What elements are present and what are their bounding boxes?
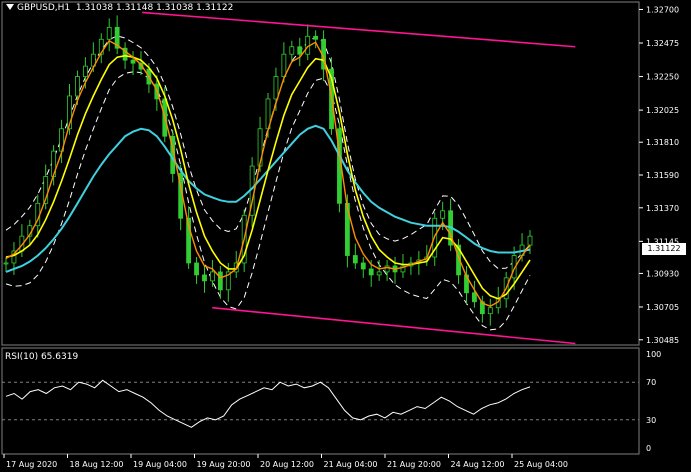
symbol-label: GBPUSD,H1 — [17, 3, 71, 13]
time-tick-label: 21 Aug 04:00 — [324, 460, 378, 469]
candle-body — [210, 271, 215, 282]
time-tick-label: 18 Aug 12:00 — [70, 460, 124, 469]
price-tick-label: 1.30930 — [646, 269, 679, 278]
price-axis: 1.32700 1.32475 1.32250 1.32025 1.31810 1.315… — [639, 5, 679, 345]
time-tick-label: 24 Aug 12:00 — [451, 460, 505, 469]
candle-body — [368, 268, 374, 276]
candle-body — [289, 46, 295, 55]
price-tick-label: 1.32475 — [646, 39, 679, 48]
candle-body — [472, 292, 477, 303]
chart-header: GBPUSD,H1 1.31038 1.31148 1.31038 1.3112… — [6, 3, 233, 13]
candle-body — [487, 307, 493, 315]
candle-body — [440, 210, 446, 219]
rsi-plot-area — [1, 347, 640, 455]
candle-body — [352, 255, 358, 264]
price-tick-label: 1.30485 — [646, 336, 679, 345]
price-tick-label: 1.31810 — [646, 138, 679, 147]
price-chart[interactable]: 1.32700 1.32475 1.32250 1.32025 1.31810 1.315… — [0, 0, 691, 472]
price-tick-label: 1.32700 — [646, 5, 679, 14]
candle-body — [202, 274, 207, 282]
time-tick-label: 20 Aug 12:00 — [260, 460, 314, 469]
candle-body — [130, 59, 136, 64]
time-tick-label: 25 Aug 04:00 — [514, 460, 568, 469]
main-plot-area — [1, 1, 640, 346]
time-tick-label: 21 Aug 20:00 — [387, 460, 441, 469]
candle-body — [106, 26, 112, 40]
current-price-badge: 1.31122 — [642, 243, 686, 255]
candle-body — [376, 271, 382, 276]
rsi-tick-label: 70 — [646, 378, 656, 387]
candle-body — [273, 76, 279, 100]
time-tick-label: 19 Aug 20:00 — [197, 460, 251, 469]
candle-body — [3, 262, 9, 265]
rsi-tick-label: 100 — [646, 350, 661, 359]
candle-body — [217, 271, 223, 291]
candle-body — [360, 262, 366, 270]
dropdown-triangle-icon[interactable] — [6, 3, 14, 10]
price-tick-label: 1.32250 — [646, 73, 679, 82]
candle-body — [194, 262, 199, 276]
price-tick-label: 1.32025 — [646, 106, 679, 115]
time-tick-label: 17 Aug 2020 — [6, 460, 57, 469]
price-tick-label: 1.31370 — [646, 204, 679, 213]
candle-body — [313, 35, 319, 40]
rsi-tick-label: 30 — [646, 416, 656, 425]
rsi-tick-label: 0 — [646, 444, 651, 453]
price-tick-label: 1.31590 — [646, 171, 679, 180]
candle-body — [281, 53, 287, 77]
ohlc-label: 1.31038 1.31148 1.31038 1.31122 — [75, 3, 234, 13]
candle-body — [75, 76, 80, 97]
time-tick-label: 19 Aug 04:00 — [133, 460, 187, 469]
rsi-header: RSI(10) 65.6319 — [5, 352, 79, 362]
candle-body — [82, 65, 88, 77]
candle-body — [297, 46, 303, 55]
price-tick-label: 1.30705 — [646, 303, 679, 312]
rsi-axis: 100 70 30 0 — [646, 350, 661, 453]
time-axis: 17 Aug 2020 18 Aug 12:00 19 Aug 04:00 19 Au… — [3, 454, 568, 469]
candle-body — [527, 235, 533, 246]
